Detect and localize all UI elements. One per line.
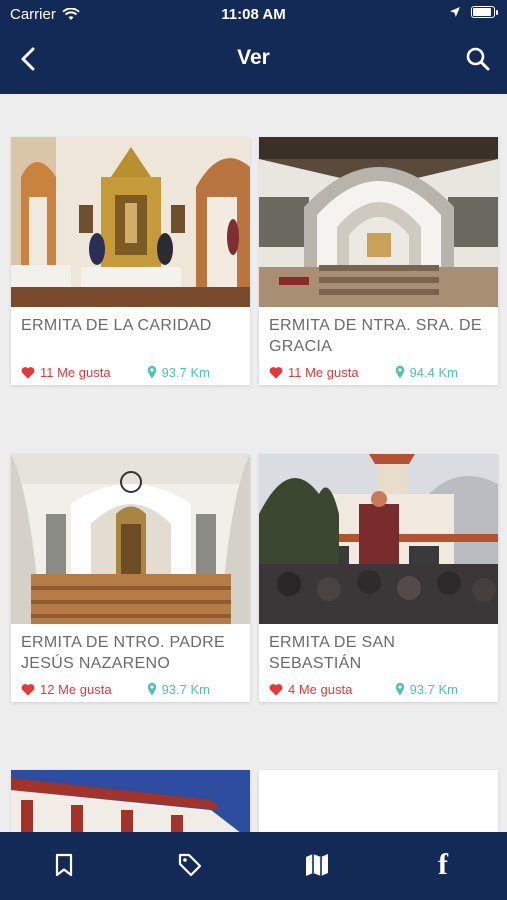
- card-title: ERMITA DE NTRO. PADRE JESÚS NAZARENO: [21, 634, 225, 672]
- heart-icon: [269, 683, 283, 695]
- card-meta: 12 Me gusta 93.7 Km: [11, 676, 250, 702]
- card-title: ERMITA DE LA CARIDAD: [21, 317, 212, 334]
- status-time: 11:08 AM: [221, 6, 286, 23]
- status-right: [449, 6, 498, 18]
- heart-icon: [21, 683, 35, 695]
- card-meta: 11 Me gusta 93.7 Km: [11, 359, 250, 385]
- distance-info: 93.7 Km: [147, 365, 210, 380]
- card-title: ERMITA DE SAN SEBASTIÁN: [269, 634, 396, 672]
- distance-label: 93.7 Km: [161, 681, 210, 697]
- tab-map[interactable]: [302, 850, 332, 880]
- bookmark-icon: [55, 853, 73, 877]
- likes-label: 11 Me gusta: [288, 364, 359, 380]
- card-ermita[interactable]: ERMITA DE SAN SEBASTIÁN 4 Me gusta 93.7 …: [259, 454, 498, 702]
- distance-label: 94.4 Km: [409, 364, 458, 380]
- card-ermita[interactable]: ERMITA DE LA CARIDAD 11 Me gusta 93.7 Km: [11, 137, 250, 385]
- likes-count[interactable]: 4 Me gusta: [269, 682, 352, 697]
- distance-label: 93.7 Km: [161, 364, 210, 380]
- heart-icon: [21, 366, 35, 378]
- search-icon: [466, 47, 490, 71]
- card-photo: [11, 454, 250, 624]
- distance-info: 94.4 Km: [395, 365, 458, 380]
- card-placeholder[interactable]: [259, 770, 498, 832]
- likes-label: 4 Me gusta: [288, 681, 353, 697]
- likes-label: 12 Me gusta: [40, 681, 112, 697]
- card-photo-empty: [259, 770, 498, 832]
- location-pin-icon: [147, 682, 156, 696]
- location-pin-icon: [147, 365, 156, 379]
- card-meta: 4 Me gusta 93.7 Km: [259, 676, 498, 702]
- content-grid: ERMITA DE LA CARIDAD 11 Me gusta 93.7 Km: [0, 94, 507, 832]
- location-pin-icon: [395, 682, 404, 696]
- likes-count[interactable]: 11 Me gusta: [269, 365, 359, 380]
- likes-label: 11 Me gusta: [40, 364, 111, 380]
- card-ermita[interactable]: ERMITA DE NTRO. PADRE JESÚS NAZARENO 12 …: [11, 454, 250, 702]
- status-bar: Carrier 11:08 AM: [0, 0, 507, 28]
- map-icon: [306, 854, 328, 876]
- likes-count[interactable]: 11 Me gusta: [21, 365, 111, 380]
- distance-label: 93.7 Km: [409, 681, 458, 697]
- card-ermita[interactable]: ERMITA DE NTRA. SRA. DE GRACIA 11 Me gus…: [259, 137, 498, 385]
- card-meta: 11 Me gusta 94.4 Km: [259, 359, 498, 385]
- card-title: ERMITA DE NTRA. SRA. DE GRACIA: [269, 317, 482, 355]
- heart-icon: [269, 366, 283, 378]
- battery-icon: [471, 6, 498, 18]
- tab-tags[interactable]: [175, 850, 205, 880]
- card-photo: [11, 770, 250, 832]
- card-photo: [259, 137, 498, 307]
- card-photo: [259, 454, 498, 624]
- top-header: Carrier 11:08 AM Ver: [0, 0, 507, 94]
- location-arrow-icon: [450, 7, 460, 17]
- tab-bookmarks[interactable]: [49, 850, 79, 880]
- location-pin-icon: [395, 365, 404, 379]
- distance-info: 93.7 Km: [395, 682, 458, 697]
- search-button[interactable]: [463, 44, 493, 74]
- facebook-icon: f: [438, 848, 448, 881]
- card-ermita[interactable]: [11, 770, 250, 832]
- card-photo: [11, 137, 250, 307]
- tab-facebook[interactable]: f: [428, 850, 458, 880]
- tag-icon: [178, 853, 202, 877]
- page-title: Ver: [237, 46, 270, 69]
- distance-info: 93.7 Km: [147, 682, 210, 697]
- bottom-tabbar: f: [0, 832, 507, 900]
- likes-count[interactable]: 12 Me gusta: [21, 682, 112, 697]
